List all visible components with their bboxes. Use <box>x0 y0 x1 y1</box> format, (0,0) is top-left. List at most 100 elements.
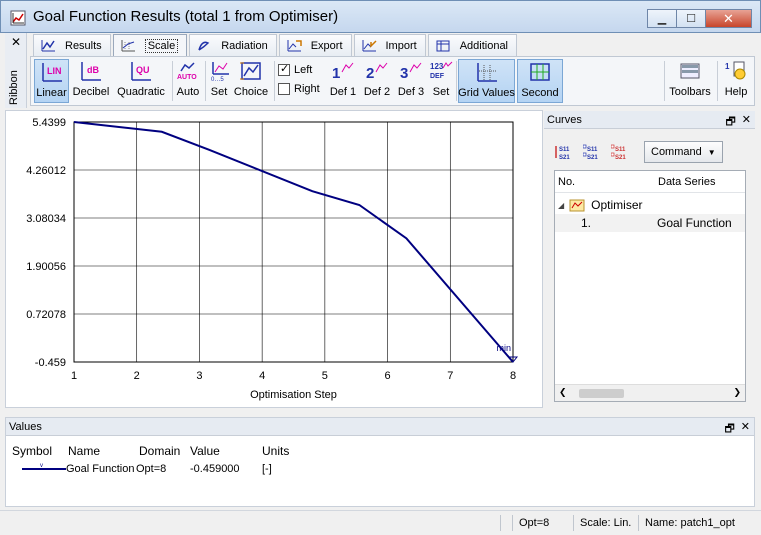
additional-icon <box>436 40 450 51</box>
grid-values-button[interactable]: Grid Values <box>458 59 515 103</box>
s11-s21-button[interactable]: S11 S21 <box>554 141 576 163</box>
tab-scale[interactable]: Scale <box>112 34 188 57</box>
auto-label: Auto <box>176 86 200 98</box>
scroll-left-icon[interactable]: ❮ <box>559 387 567 398</box>
second-button[interactable]: Second <box>517 59 563 103</box>
set-button[interactable]: 0…5 Set <box>207 59 231 103</box>
tree-node-label: Optimiser <box>591 198 643 212</box>
scroll-right-icon[interactable]: ❯ <box>733 387 741 398</box>
chevron-down-icon: ▼ <box>707 147 716 157</box>
undock-icon[interactable]: 🗗 <box>724 420 734 439</box>
decibel-button[interactable]: dB Decibel <box>71 59 111 103</box>
x-tick-label: 8 <box>510 370 516 382</box>
ribbon-close-icon[interactable]: ✕ <box>11 35 21 49</box>
auto-button[interactable]: AUTO Auto <box>174 59 202 103</box>
set-defaults-button[interactable]: 123 DEF Set <box>429 59 453 103</box>
undock-icon[interactable]: 🗗 <box>725 113 735 132</box>
minimize-button[interactable]: ▁ <box>647 9 677 28</box>
radiation-icon <box>198 41 210 51</box>
right-checkbox[interactable]: Right <box>278 83 320 95</box>
def2-button[interactable]: 2 Def 2 <box>361 59 393 103</box>
linear-button[interactable]: LIN Linear <box>34 59 69 103</box>
horizontal-scrollbar[interactable]: ❮ ❯ <box>555 384 745 401</box>
quadratic-scale-icon: QU <box>131 62 151 81</box>
line-chart[interactable]: 1 2 3 4 5 6 7 8 5.4399 4.26012 3.08034 1.90056 0.720… <box>6 111 542 407</box>
results-icon <box>41 39 55 51</box>
svg-text:S21: S21 <box>587 155 598 161</box>
help-label: Help <box>724 86 748 98</box>
def1-button[interactable]: 1 Def 1 <box>327 59 359 103</box>
decibel-label: Decibel <box>72 86 110 98</box>
title-bar: Goal Function Results (total 1 from Opti… <box>0 0 761 33</box>
column-header-data-series[interactable]: Data Series <box>655 171 745 192</box>
command-dropdown[interactable]: Command ▼ <box>644 141 723 163</box>
column-header-units[interactable]: Units <box>262 444 289 458</box>
set-range-icon: 0…5 <box>211 62 229 82</box>
column-header-symbol[interactable]: Symbol <box>12 444 52 458</box>
panel-close-icon[interactable]: ✕ <box>741 420 750 439</box>
ribbon-side-strip: ✕ Ribbon <box>5 33 27 108</box>
left-checkbox-box[interactable] <box>278 62 290 76</box>
toolbar-separator <box>205 61 206 101</box>
choice-range-icon <box>240 62 261 80</box>
tab-label: Scale <box>144 39 179 53</box>
curves-panel-header: Curves 🗗 ✕ <box>544 111 755 129</box>
tab-results[interactable]: Results <box>33 34 111 56</box>
status-opt: Opt=8 <box>512 515 549 531</box>
table-row[interactable]: v Goal Function Opt=8 -0.459000 [-] <box>6 463 754 479</box>
tab-import[interactable]: Import <box>353 34 426 56</box>
svg-text:0…5: 0…5 <box>211 77 224 82</box>
ribbon-side-label[interactable]: Ribbon <box>8 70 20 105</box>
chart-panel[interactable]: 1 2 3 4 5 6 7 8 5.4399 4.26012 3.08034 1.90056 0.720… <box>5 110 543 408</box>
svg-text:1: 1 <box>332 65 340 82</box>
status-bar: Opt=8 Scale: Lin. Name: patch1_opt <box>0 510 761 535</box>
y-tick-label: 1.90056 <box>26 261 66 273</box>
svg-text:QU: QU <box>136 65 150 75</box>
column-header-no[interactable]: No. <box>555 171 655 192</box>
right-checkbox-box[interactable] <box>278 83 290 95</box>
value-number: -0.459000 <box>190 463 240 475</box>
curves-panel: Curves 🗗 ✕ S11 S21 S11 S21 S11 S21 Command ▼… <box>544 111 755 408</box>
quadratic-label: Quadratic <box>117 86 165 98</box>
tree-leaf-no: 1. <box>581 216 592 230</box>
column-header-domain[interactable]: Domain <box>139 444 180 458</box>
column-header-name[interactable]: Name <box>68 444 100 458</box>
svg-text:AUTO: AUTO <box>177 74 197 81</box>
curves-tree[interactable]: No. Data Series ◢ Optimiser 1. Goal Func… <box>554 170 746 402</box>
x-tick-label: 7 <box>447 370 453 382</box>
plot-area[interactable] <box>73 121 514 363</box>
tab-label: Import <box>385 39 417 52</box>
curve-tools: S11 S21 S11 S21 S11 S21 Command ▼ <box>554 141 723 163</box>
def3-button[interactable]: 3 Def 3 <box>395 59 427 103</box>
quadratic-button[interactable]: QU Quadratic <box>115 59 167 103</box>
svg-text:S21: S21 <box>615 155 626 161</box>
tab-additional[interactable]: Additional <box>427 34 518 56</box>
help-button[interactable]: 1 Help <box>721 59 751 103</box>
s11-s21-diff-button[interactable]: S11 S21 <box>610 141 632 163</box>
tree-leaf-goal-function[interactable]: 1. Goal Function <box>555 214 745 232</box>
grid-values-icon <box>476 63 497 82</box>
values-panel: Values 🗗 ✕ Symbol Name Domain Value Units… <box>5 417 755 507</box>
set-defaults-label: Set <box>432 86 450 98</box>
close-button[interactable]: ✕ <box>705 9 752 28</box>
left-checkbox[interactable]: Left <box>278 62 312 76</box>
status-name: Name: patch1_opt <box>638 515 735 531</box>
toolbars-icon <box>680 63 700 79</box>
window-title: Goal Function Results (total 1 from Opti… <box>33 8 339 25</box>
s11-s21-compare-button[interactable]: S11 S21 <box>582 141 604 163</box>
expand-triangle-icon[interactable]: ◢ <box>558 201 564 210</box>
tab-radiation[interactable]: Radiation <box>189 34 277 56</box>
tab-export[interactable]: Export <box>278 34 352 56</box>
right-checkbox-label: Right <box>294 83 320 95</box>
svg-text:2: 2 <box>366 65 374 82</box>
column-header-value[interactable]: Value <box>190 444 220 458</box>
status-cell-empty <box>500 515 510 531</box>
value-domain: Opt=8 <box>136 463 167 475</box>
scrollbar-thumb[interactable] <box>579 389 624 398</box>
maximize-button[interactable]: ☐ <box>676 9 706 28</box>
panel-close-icon[interactable]: ✕ <box>742 113 751 132</box>
toolbars-button[interactable]: Toolbars <box>667 59 713 103</box>
min-annotation: min <box>496 343 511 353</box>
choice-button[interactable]: Choice <box>233 59 269 103</box>
tree-node-optimiser[interactable]: ◢ Optimiser <box>555 196 745 214</box>
